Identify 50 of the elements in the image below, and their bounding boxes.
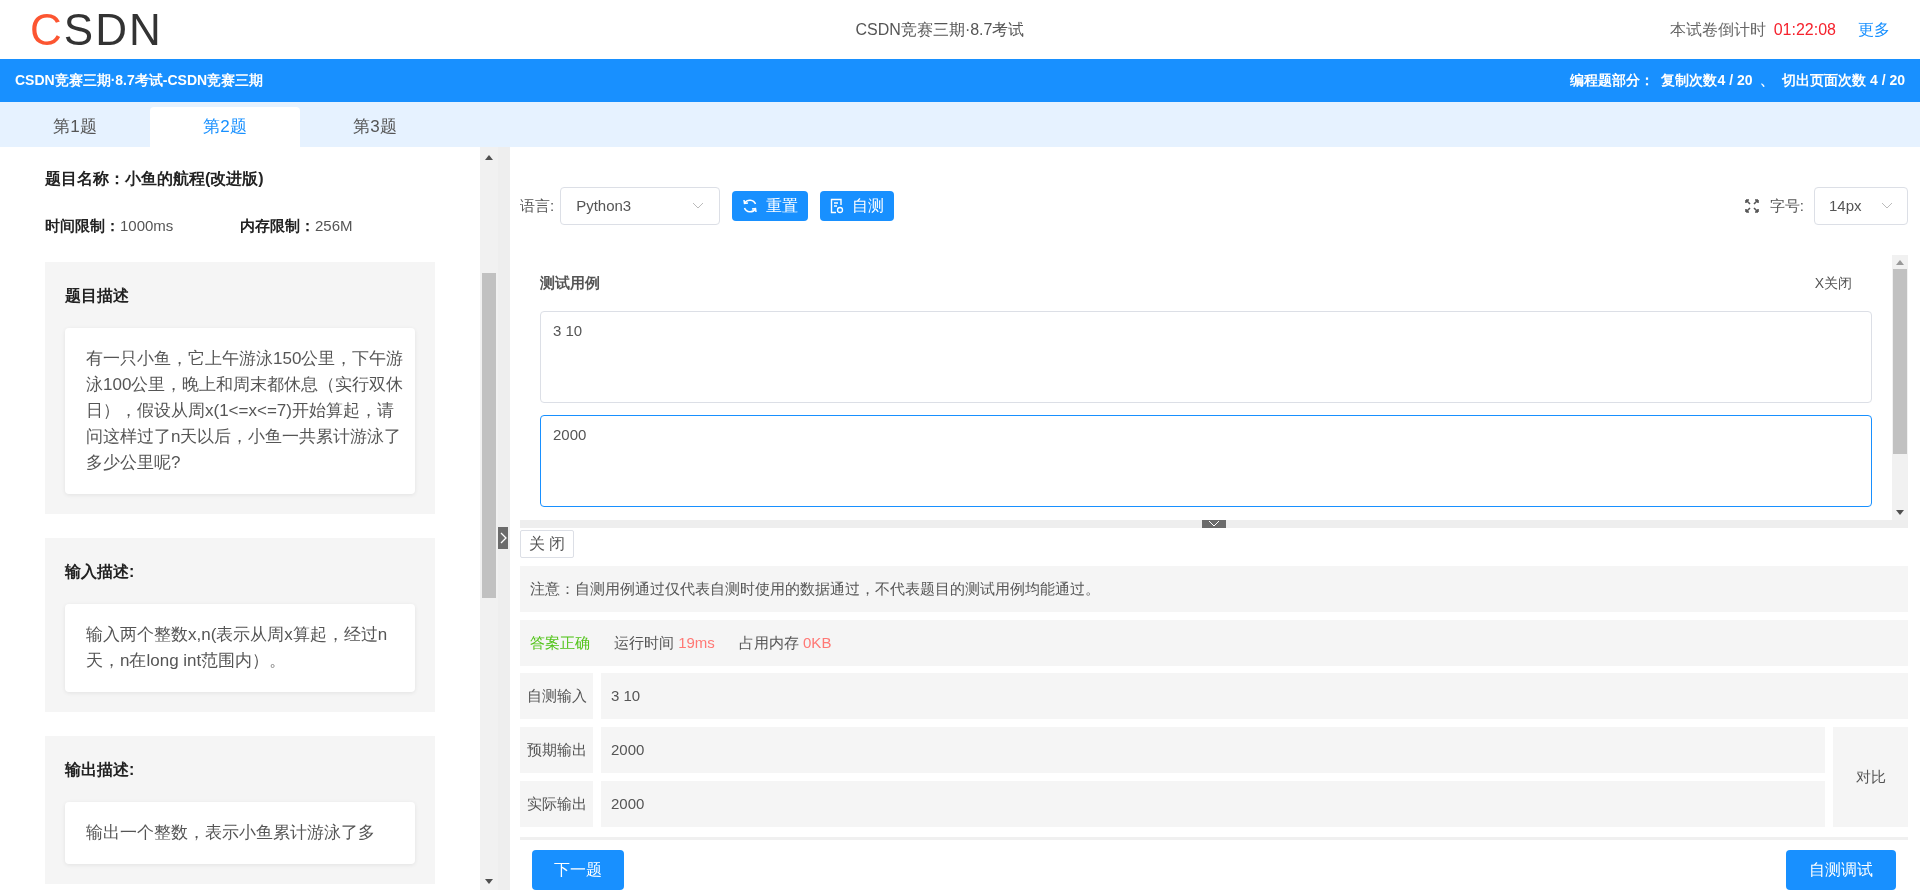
question-tab[interactable]: 第3题 — [300, 107, 450, 147]
section-text: 输入两个整数x,n(表示从周x算起，经过n天，n在long int范围内）。 — [65, 603, 415, 692]
language-select[interactable]: Python3 — [560, 187, 721, 225]
row-label: 预期输出 — [520, 727, 593, 773]
fullscreen-icon — [1743, 198, 1760, 214]
input-field[interactable]: 3 10 — [540, 311, 1872, 403]
section-title: 输出描述: — [65, 759, 136, 780]
font-size-select[interactable]: 14px — [1814, 187, 1908, 225]
problem-name: 题目名称：小鱼的航程(改进版) — [45, 169, 265, 189]
row-label: 自测输入 — [520, 673, 593, 719]
output-field[interactable]: 2000 — [540, 415, 1872, 507]
banner-title: CSDN竞赛三期·8.7考试-CSDN竞赛三期 — [15, 71, 264, 90]
row-value: 3 10 — [601, 673, 1908, 719]
result-status: 答案正确 — [530, 632, 590, 653]
section-text: 输出一个整数，表示小鱼累计游泳了多 — [65, 801, 415, 864]
scroll-up-icon — [1896, 259, 1904, 265]
chevron-right-icon — [499, 532, 507, 544]
language-label: 语言: — [520, 195, 555, 216]
row-label: 实际输出 — [520, 781, 593, 827]
refresh-icon — [742, 198, 759, 214]
compare-button[interactable]: 对比 — [1833, 727, 1908, 827]
time-limit: 时间限制：1000ms — [45, 216, 175, 236]
scrollbar[interactable] — [1892, 255, 1908, 520]
testcase-title: 测试用例 — [540, 272, 600, 293]
memory-usage: 占用内存 0KB — [738, 632, 832, 653]
document-check-icon — [830, 198, 845, 214]
row-value: 2000 — [601, 727, 1825, 773]
scroll-down-icon — [484, 878, 494, 886]
scrollbar[interactable] — [480, 147, 498, 890]
run-time: 运行时间 19ms — [614, 632, 715, 653]
exam-title: CSDN竞赛三期·8.7考试 — [855, 19, 1025, 40]
font-size-label: 字号: — [1769, 195, 1804, 216]
scroll-up-icon — [484, 153, 494, 161]
memory-limit: 内存限制：256M — [240, 216, 353, 236]
section-text: 有一只小鱼，它上午游泳150公里，下午游泳100公里，晚上和周末都休息（实行双休日），假设从周x(1<=x<=7)开始算起，请问这样过了n天以后，小鱼一共累计游泳了多少公里呢? — [65, 327, 415, 494]
banner-stats: 编程题部分： 复制次数4 / 20 、 切出页面次数 4 / 20 — [1569, 71, 1905, 90]
scroll-down-icon — [1896, 510, 1904, 516]
notice-text: 注意：自测用例通过仅代表自测时使用的数据通过，不代表题目的测试用例均能通过。 — [520, 566, 1908, 612]
row-value: 2000 — [601, 781, 1825, 827]
chevron-down-icon — [692, 202, 705, 210]
csdn-logo[interactable]: CSDN — [30, 7, 390, 52]
countdown-timer: 01:22:08 — [1773, 19, 1836, 40]
countdown-label: 本试卷倒计时 — [1669, 19, 1766, 40]
close-button[interactable]: 关 闭 — [520, 530, 575, 558]
close-link[interactable]: X关闭 — [1814, 272, 1852, 294]
collapse-handle[interactable] — [498, 527, 508, 549]
question-tab[interactable]: 第1题 — [0, 107, 150, 147]
section-title: 题目描述 — [65, 285, 130, 306]
chevron-down-icon — [1881, 202, 1893, 210]
section-title: 输入描述: — [65, 561, 136, 582]
